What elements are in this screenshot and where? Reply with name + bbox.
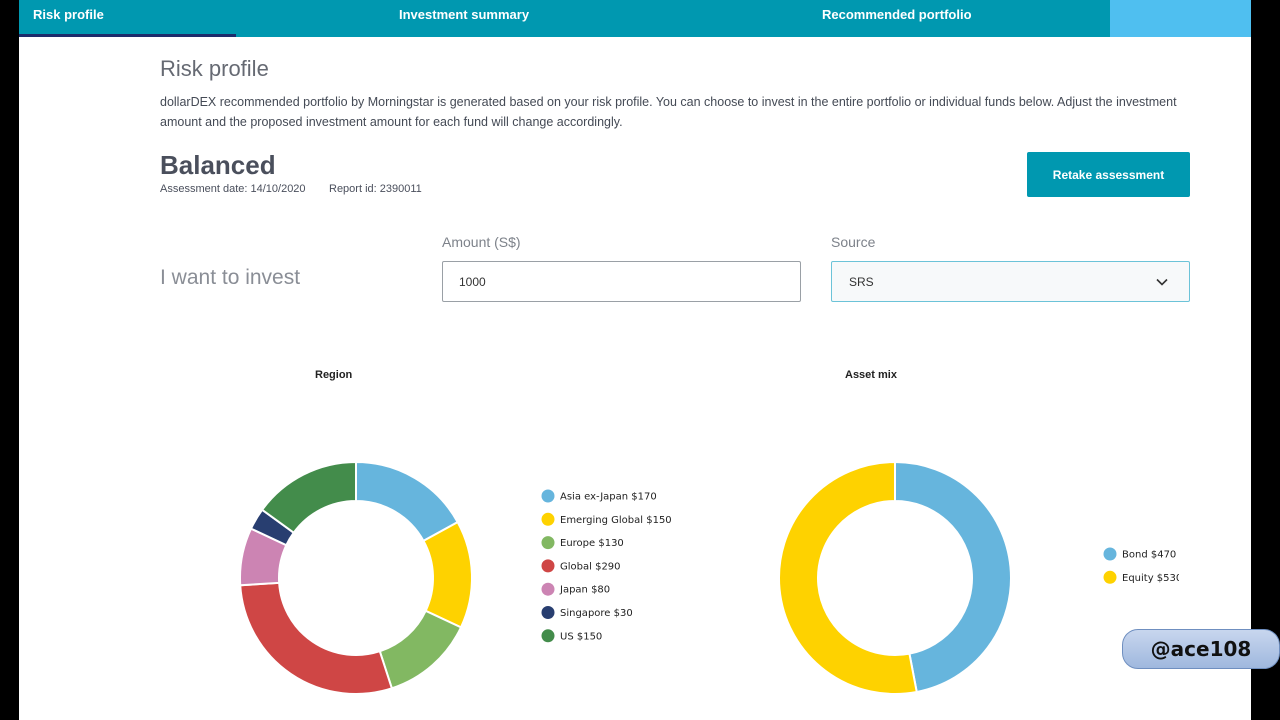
slice-emerging-global[interactable] xyxy=(422,520,473,629)
legend-label-singapore: Singapore $30 xyxy=(560,608,633,619)
legend-label-global: Global $290 xyxy=(560,561,621,572)
legend-label-asia-ex-japan: Asia ex-Japan $170 xyxy=(560,492,657,503)
region-chart-title: Region xyxy=(315,369,353,381)
tab-risk-profile[interactable]: Risk profile xyxy=(19,0,236,37)
legend-swatch-us xyxy=(541,629,555,643)
watermark-badge: @ace108 xyxy=(1122,629,1280,669)
retake-assessment-button[interactable]: Retake assessment xyxy=(1027,152,1190,197)
assessment-date: Assessment date: 14/10/2020 xyxy=(160,183,306,195)
source-selected-value: SRS xyxy=(849,275,874,289)
legend-swatch-singapore xyxy=(541,606,555,619)
chevron-down-icon xyxy=(1156,278,1168,286)
region-donut-chart: Asia ex-Japan $170 Emerging Global $150 Eu… xyxy=(239,460,672,695)
legend-swatch-emerging-global xyxy=(541,512,555,526)
invest-label: I want to invest xyxy=(160,266,301,289)
legend-swatch-bond xyxy=(1103,547,1117,561)
source-label: Source xyxy=(831,234,876,250)
amount-input[interactable] xyxy=(442,261,801,302)
asset-mix-chart-title: Asset mix xyxy=(845,369,897,381)
legend-swatch-japan xyxy=(541,582,555,596)
slice-asia-ex-japan[interactable] xyxy=(355,460,460,543)
slice-bond[interactable] xyxy=(894,460,1012,694)
tab-recommended-portfolio[interactable]: Recommended portfolio xyxy=(822,0,972,37)
tab-bar: Risk profile Investment summary Recommen… xyxy=(19,0,1251,37)
legend-label-europe: Europe $130 xyxy=(560,538,624,549)
slice-europe[interactable] xyxy=(378,609,463,690)
source-select[interactable]: SRS xyxy=(831,261,1190,302)
legend-swatch-asia-ex-japan xyxy=(541,489,555,503)
tab-risk-profile-label: Risk profile xyxy=(33,7,104,22)
active-tab-indicator xyxy=(19,34,236,37)
legend-label-us: US $150 xyxy=(560,631,602,642)
legend-swatch-europe xyxy=(541,536,555,550)
amount-label: Amount (S$) xyxy=(442,234,521,250)
section-title: Risk profile xyxy=(160,56,269,81)
slice-global[interactable] xyxy=(239,581,394,695)
tab-recommended-portfolio-label: Recommended portfolio xyxy=(822,7,972,22)
asset-mix-donut-chart: Bond $470 Equity $530 xyxy=(778,460,1179,695)
legend-label-bond: Bond $470 xyxy=(1122,550,1176,561)
tab-bar-end-segment xyxy=(1110,0,1251,37)
tab-investment-summary[interactable]: Investment summary xyxy=(399,0,529,37)
report-id: Report id: 2390011 xyxy=(329,183,422,195)
legend-swatch-equity xyxy=(1103,570,1117,584)
tab-investment-summary-label: Investment summary xyxy=(399,7,530,22)
page: Risk profile Investment summary Recommen… xyxy=(19,0,1251,720)
risk-profile-name: Balanced xyxy=(160,150,276,180)
legend-label-emerging-global: Emerging Global $150 xyxy=(560,515,672,526)
legend-swatch-global xyxy=(541,559,555,573)
legend-label-japan: Japan $80 xyxy=(559,585,610,596)
legend-label-equity: Equity $530 xyxy=(1122,573,1179,584)
description-text: dollarDEX recommended portfolio by Morni… xyxy=(160,95,1177,129)
